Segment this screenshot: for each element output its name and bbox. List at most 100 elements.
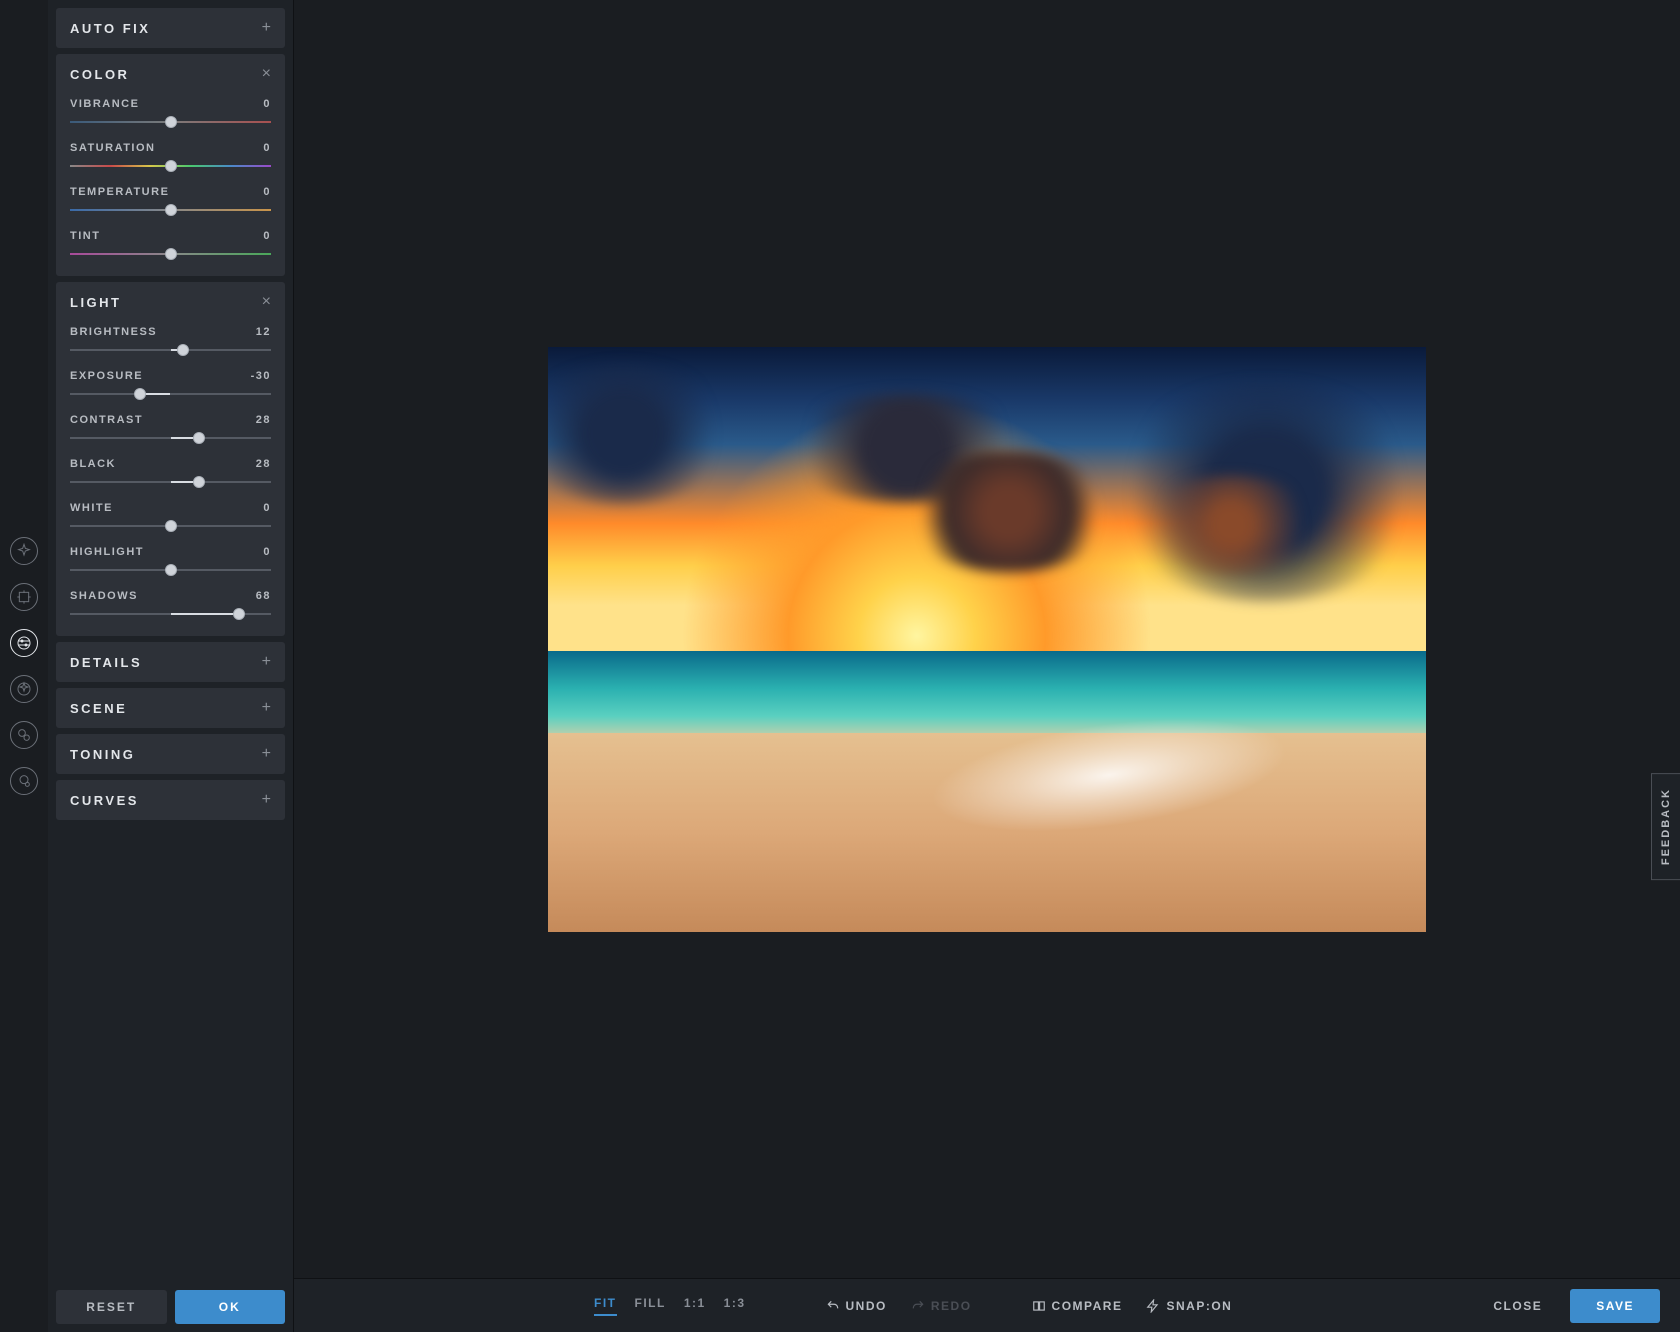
group-header-auto-fix[interactable]: AUTO FIX + <box>56 8 285 48</box>
slider-label: CONTRAST <box>70 414 143 426</box>
slider-value: 0 <box>263 98 271 110</box>
zoom-1-1[interactable]: 1:1 <box>684 1296 706 1316</box>
slider-row: HIGHLIGHT 0 <box>70 546 271 576</box>
reset-button[interactable]: RESET <box>56 1290 167 1324</box>
adjust-panel: AUTO FIX + COLOR × VIBRANCE 0 SATURATION <box>48 0 294 1332</box>
redo-label: REDO <box>931 1299 972 1313</box>
canvas-viewport[interactable] <box>294 0 1680 1278</box>
adjust-icon[interactable] <box>10 629 38 657</box>
group-header-light[interactable]: LIGHT × <box>56 282 285 322</box>
group-header-toning[interactable]: TONING + <box>56 734 285 774</box>
group-title: CURVES <box>70 793 139 808</box>
history-group: UNDO REDO <box>826 1299 972 1313</box>
slider-row: BRIGHTNESS 12 <box>70 326 271 356</box>
slider-label: BLACK <box>70 458 116 470</box>
zoom-fit[interactable]: FIT <box>594 1296 617 1316</box>
group-auto-fix: AUTO FIX + <box>56 8 285 48</box>
slider-row: EXPOSURE -30 <box>70 370 271 400</box>
snap-button[interactable]: SNAP:ON <box>1146 1299 1232 1313</box>
slider-black[interactable] <box>70 476 271 488</box>
slider-handle[interactable] <box>193 432 205 444</box>
slider-value: 0 <box>263 546 271 558</box>
ok-button[interactable]: OK <box>175 1290 286 1324</box>
slider-saturation[interactable] <box>70 160 271 172</box>
slider-handle[interactable] <box>165 248 177 260</box>
slider-row: CONTRAST 28 <box>70 414 271 444</box>
slider-handle[interactable] <box>165 160 177 172</box>
plus-icon[interactable]: + <box>262 700 271 716</box>
group-scene: SCENE + <box>56 688 285 728</box>
auto-icon[interactable] <box>10 537 38 565</box>
panel-footer: RESET OK <box>56 1282 285 1324</box>
action-group: CLOSE SAVE <box>1479 1289 1660 1323</box>
undo-icon <box>826 1299 840 1313</box>
group-light: LIGHT × BRIGHTNESS 12 EXPOSURE -30 <box>56 282 285 636</box>
effects-icon[interactable] <box>10 675 38 703</box>
zoom-fill[interactable]: FILL <box>635 1296 666 1316</box>
close-button[interactable]: CLOSE <box>1479 1289 1556 1323</box>
plus-icon[interactable]: + <box>262 792 271 808</box>
crop-icon[interactable] <box>10 583 38 611</box>
slider-label: SATURATION <box>70 142 155 154</box>
group-header-details[interactable]: DETAILS + <box>56 642 285 682</box>
group-title: TONING <box>70 747 135 762</box>
slider-highlight[interactable] <box>70 564 271 576</box>
slider-contrast[interactable] <box>70 432 271 444</box>
slider-tint[interactable] <box>70 248 271 260</box>
slider-row: SATURATION 0 <box>70 142 271 172</box>
brush-icon[interactable] <box>10 767 38 795</box>
slider-handle[interactable] <box>165 520 177 532</box>
slider-row: BLACK 28 <box>70 458 271 488</box>
slider-label: EXPOSURE <box>70 370 143 382</box>
slider-handle[interactable] <box>134 388 146 400</box>
slider-shadows[interactable] <box>70 608 271 620</box>
slider-vibrance[interactable] <box>70 116 271 128</box>
tool-rail <box>0 0 48 1332</box>
plus-icon[interactable]: + <box>262 20 271 36</box>
slider-label: TINT <box>70 230 100 242</box>
group-header-curves[interactable]: CURVES + <box>56 780 285 820</box>
close-icon[interactable]: × <box>262 66 271 82</box>
group-header-color[interactable]: COLOR × <box>56 54 285 94</box>
slider-label: TEMPERATURE <box>70 186 169 198</box>
slider-value: -30 <box>251 370 271 382</box>
slider-value: 0 <box>263 230 271 242</box>
slider-value: 68 <box>256 590 271 602</box>
snap-label: SNAP:ON <box>1166 1299 1232 1313</box>
slider-handle[interactable] <box>165 204 177 216</box>
group-toning: TONING + <box>56 734 285 774</box>
compare-label: COMPARE <box>1052 1299 1123 1313</box>
slider-brightness[interactable] <box>70 344 271 356</box>
group-details: DETAILS + <box>56 642 285 682</box>
group-title: COLOR <box>70 67 129 82</box>
slider-value: 12 <box>256 326 271 338</box>
slider-handle[interactable] <box>233 608 245 620</box>
slider-handle[interactable] <box>165 564 177 576</box>
slider-exposure[interactable] <box>70 388 271 400</box>
slider-handle[interactable] <box>177 344 189 356</box>
feedback-tab[interactable]: FEEDBACK <box>1651 773 1680 880</box>
slider-label: HIGHLIGHT <box>70 546 144 558</box>
slider-label: BRIGHTNESS <box>70 326 157 338</box>
redo-icon <box>911 1299 925 1313</box>
close-icon[interactable]: × <box>262 294 271 310</box>
group-header-scene[interactable]: SCENE + <box>56 688 285 728</box>
slider-temperature[interactable] <box>70 204 271 216</box>
plus-icon[interactable]: + <box>262 746 271 762</box>
slider-row: VIBRANCE 0 <box>70 98 271 128</box>
compare-button[interactable]: COMPARE <box>1032 1299 1123 1313</box>
group-color: COLOR × VIBRANCE 0 SATURATION 0 <box>56 54 285 276</box>
slider-row: TEMPERATURE 0 <box>70 186 271 216</box>
slider-handle[interactable] <box>165 116 177 128</box>
undo-button[interactable]: UNDO <box>826 1299 887 1313</box>
slider-row: SHADOWS 68 <box>70 590 271 620</box>
redo-button: REDO <box>911 1299 972 1313</box>
slider-row: TINT 0 <box>70 230 271 260</box>
save-button[interactable]: SAVE <box>1570 1289 1660 1323</box>
slider-handle[interactable] <box>193 476 205 488</box>
slider-value: 0 <box>263 142 271 154</box>
slider-white[interactable] <box>70 520 271 532</box>
plus-icon[interactable]: + <box>262 654 271 670</box>
shapes-icon[interactable] <box>10 721 38 749</box>
zoom-1-3[interactable]: 1:3 <box>724 1296 746 1316</box>
